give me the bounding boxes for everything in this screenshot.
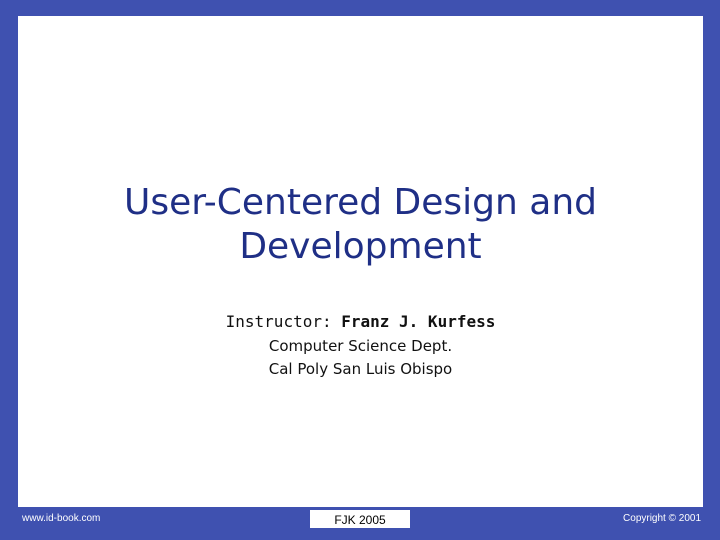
footer-copyright: Copyright © 2001 [623, 513, 701, 524]
footer-author-year: FJK 2005 [310, 510, 410, 528]
slide-title: User-Centered Design and Development [18, 181, 703, 269]
university-text: Cal Poly San Luis Obispo [268, 360, 453, 378]
slide-canvas: User-Centered Design and Development Ins… [18, 16, 703, 507]
instructor-label: Instructor: [225, 312, 342, 331]
title-line-1: User-Centered Design and [123, 182, 598, 223]
instructor-line: Instructor: Franz J. Kurfess [18, 312, 703, 332]
footer-website: www.id-book.com [22, 513, 101, 524]
title-line-2: Development [239, 226, 482, 267]
instructor-name: Franz J. Kurfess [341, 312, 496, 331]
department-text: Computer Science Dept. [268, 337, 453, 355]
